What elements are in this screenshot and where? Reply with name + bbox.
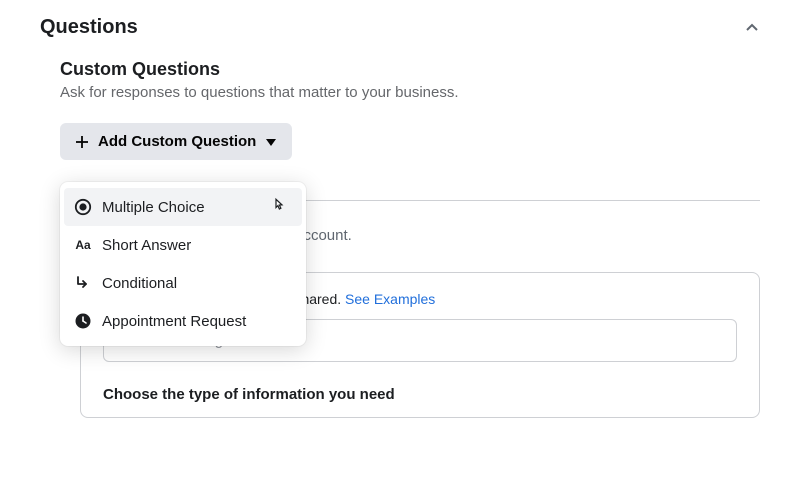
dropdown-option-appointment-request[interactable]: Appointment Request: [60, 302, 306, 340]
cursor-pointer-icon: [270, 197, 288, 215]
add-custom-question-button[interactable]: Add Custom Question: [60, 123, 292, 160]
clock-icon: [74, 312, 92, 330]
questions-section: Questions Custom Questions Ask for respo…: [0, 0, 800, 418]
custom-questions-title: Custom Questions: [60, 59, 760, 80]
section-title: Questions: [40, 16, 138, 39]
text-aa-icon: Aa: [74, 236, 92, 254]
section-header: Questions: [40, 16, 760, 39]
dropdown-option-multiple-choice[interactable]: Multiple Choice: [64, 188, 302, 226]
collapse-chevron-icon[interactable]: [744, 20, 760, 36]
dropdown-option-label: Conditional: [102, 275, 177, 292]
choose-info-type-label: Choose the type of information you need: [103, 386, 737, 403]
caret-down-icon: [264, 136, 278, 148]
branch-arrow-icon: [74, 274, 92, 292]
custom-questions-desc: Ask for responses to questions that matt…: [60, 84, 760, 101]
add-custom-question-label: Add Custom Question: [98, 133, 256, 150]
see-examples-link[interactable]: See Examples: [345, 291, 435, 307]
plus-icon: [74, 134, 90, 150]
dropdown-option-short-answer[interactable]: Aa Short Answer: [60, 226, 306, 264]
dropdown-option-label: Short Answer: [102, 237, 191, 254]
dropdown-option-label: Appointment Request: [102, 313, 246, 330]
dropdown-option-conditional[interactable]: Conditional: [60, 264, 306, 302]
question-type-dropdown: Multiple Choice Aa Short Answer Conditio…: [60, 182, 306, 346]
dropdown-option-label: Multiple Choice: [102, 199, 205, 216]
radio-icon: [74, 198, 92, 216]
